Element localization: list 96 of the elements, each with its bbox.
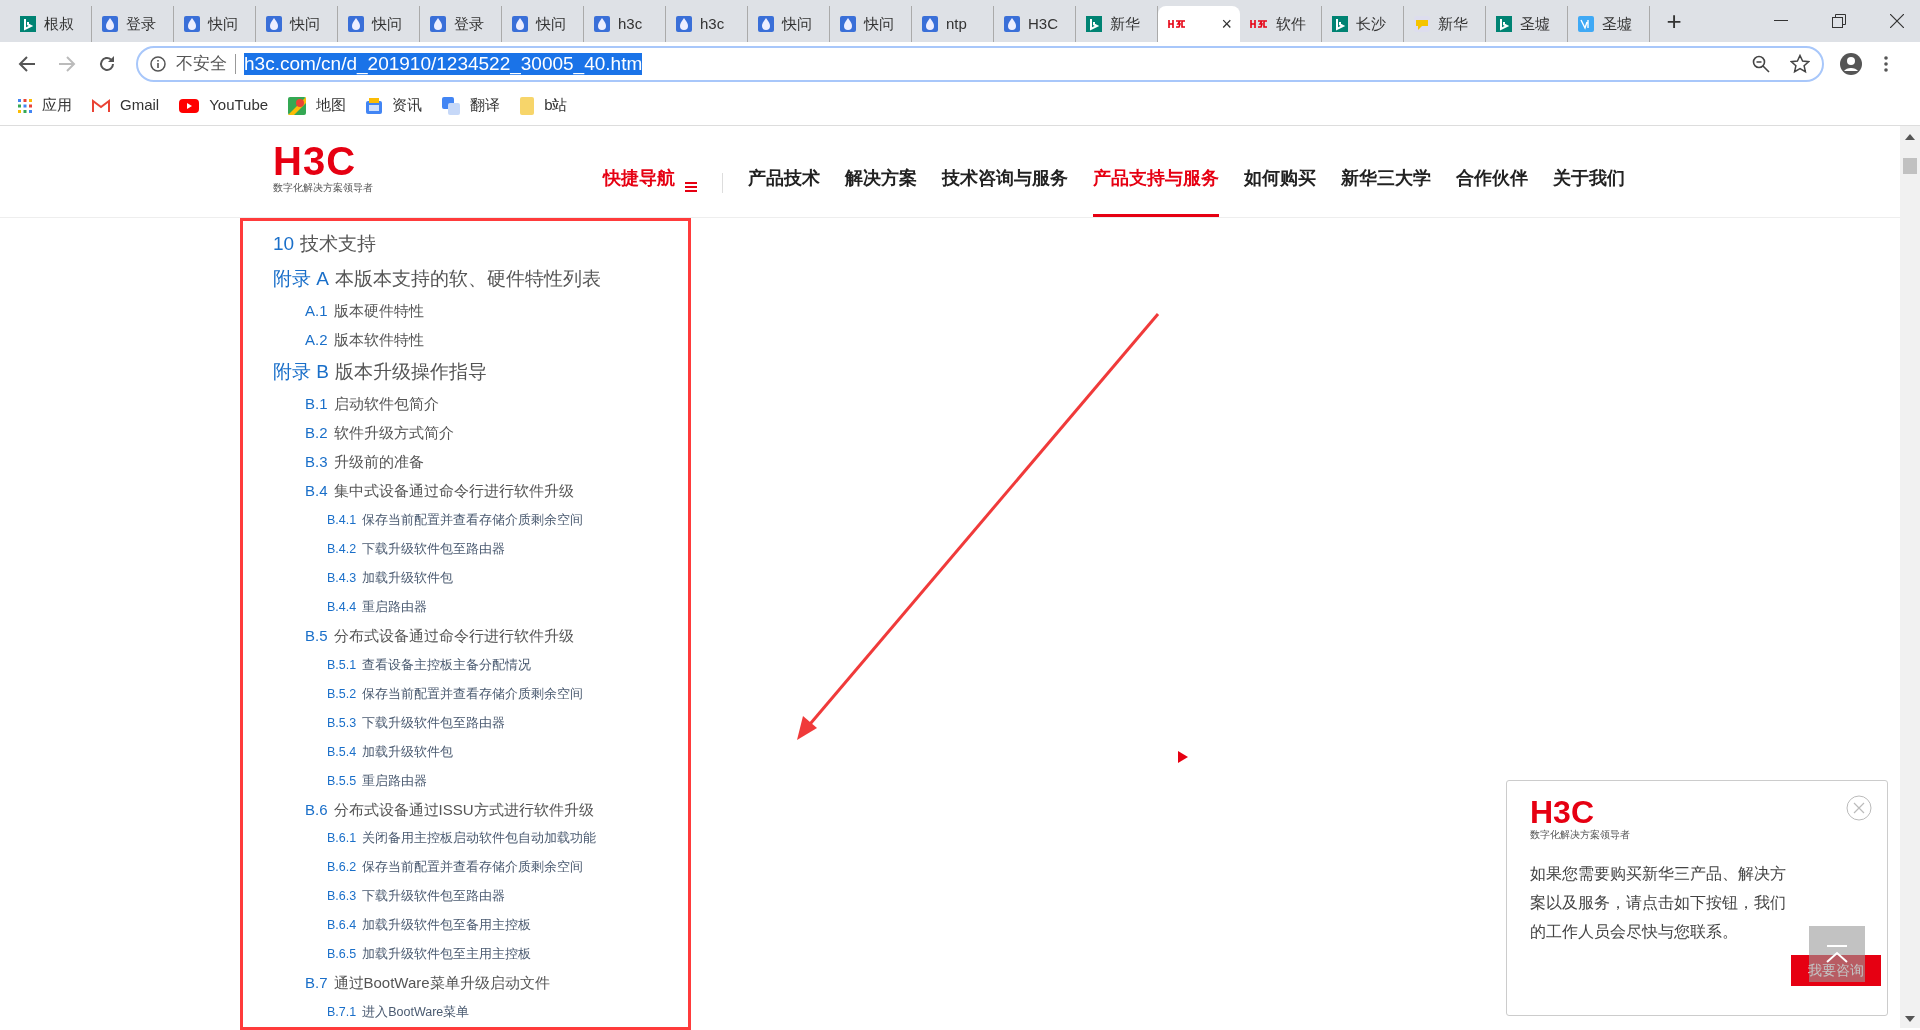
bookmark[interactable]: 应用 <box>18 94 72 117</box>
nav-link[interactable]: 解决方案 <box>845 126 917 217</box>
toc-link[interactable]: 10 技术支持 <box>243 227 688 262</box>
bing-icon <box>1496 16 1512 32</box>
nav-link[interactable]: 产品技术 <box>748 126 820 217</box>
drop-icon <box>840 16 856 32</box>
bookmark[interactable]: YouTube <box>179 94 269 117</box>
bing-icon <box>1086 16 1102 32</box>
drop-icon <box>1004 16 1020 32</box>
drop-icon <box>184 16 200 32</box>
nav-link[interactable]: 新华三大学 <box>1341 126 1431 217</box>
scrollbar-thumb[interactable] <box>1903 158 1917 174</box>
nav-link[interactable]: 产品支持与服务 <box>1093 126 1219 217</box>
toc-link[interactable]: A.2 版本软件特性 <box>243 325 688 355</box>
toc-link[interactable]: B.5.3 下载升级软件包至路由器 <box>243 708 688 738</box>
drop-icon <box>758 16 774 32</box>
toc-link[interactable]: B.6.1 关闭备用主控板启动软件包自动加载功能 <box>243 824 688 854</box>
bookmark[interactable]: 翻译 <box>442 94 501 117</box>
close-tab-button[interactable]: × <box>1221 15 1232 33</box>
drop-icon <box>266 16 282 32</box>
restore-icon[interactable] <box>1832 14 1846 28</box>
toc-link[interactable]: B.6.4 加载升级软件包至备用主控板 <box>243 911 688 941</box>
play-icon <box>1178 751 1188 763</box>
toc-link[interactable]: B.6 分布式设备通过ISSU方式进行软件升级 <box>243 795 688 825</box>
toc-link[interactable]: B.7.1 进入BootWare菜单 <box>243 998 688 1028</box>
drop-icon <box>348 16 364 32</box>
bookmark[interactable]: 资讯 <box>366 94 423 117</box>
drop-icon <box>430 16 446 32</box>
toc-link[interactable]: B.4 集中式设备通过命令行进行软件升级 <box>243 476 688 506</box>
toc-link[interactable]: B.2 软件升级方式简介 <box>243 418 688 448</box>
toc-link[interactable]: B.5.5 重启路由器 <box>243 766 688 796</box>
star-icon[interactable] <box>1790 54 1810 74</box>
toc-link[interactable]: B.4.3 加载升级软件包 <box>243 563 688 593</box>
minimize-icon[interactable] <box>1774 20 1788 22</box>
info-icon <box>150 56 166 72</box>
back-to-top-icon <box>1824 945 1850 963</box>
toc-link[interactable]: B.1 启动软件包简介 <box>243 389 688 419</box>
translate-icon <box>442 96 461 115</box>
toc-link[interactable]: B.6.3 下载升级软件包至路由器 <box>243 882 688 912</box>
bookmark[interactable]: Gmail <box>92 94 160 117</box>
scrollbar[interactable] <box>1900 126 1920 1028</box>
apps-icon <box>18 98 32 113</box>
drop-icon <box>922 16 938 32</box>
toc-link[interactable]: A.1 版本硬件特性 <box>243 296 688 326</box>
close-icon[interactable] <box>1890 14 1904 28</box>
bing-icon <box>1332 16 1348 32</box>
toc-link[interactable]: B.4.1 保存当前配置并查看存储介质剩余空间 <box>243 505 688 535</box>
drop-icon <box>594 16 610 32</box>
bookmark[interactable]: 地图 <box>288 94 347 117</box>
address-bar[interactable]: 不安全 h3c.com/cn/d_201910/1234522_30005_40.htm <box>136 46 1824 82</box>
menu-icon <box>685 182 697 192</box>
nav-link[interactable]: 关于我们 <box>1553 126 1625 217</box>
browser-tab[interactable]: × <box>1158 6 1240 42</box>
toc-link[interactable]: B.6.2 保存当前配置并查看存储介质剩余空间 <box>243 853 688 883</box>
popup-logo: H3C 数字化解决方案领导者 <box>1530 796 1630 841</box>
play-icon <box>179 98 200 113</box>
scroll-down-icon[interactable] <box>1905 1016 1915 1022</box>
zoom-out-icon[interactable] <box>1752 55 1770 73</box>
toc-link[interactable]: B.3 升级前的准备 <box>243 447 688 477</box>
scroll-up-icon[interactable] <box>1905 134 1915 140</box>
news-icon <box>366 97 383 114</box>
mail-icon <box>92 98 110 113</box>
toc-link[interactable]: B.5.2 保存当前配置并查看存储介质剩余空间 <box>243 679 688 709</box>
logo-icon <box>1250 19 1268 29</box>
logo-icon <box>1168 19 1186 29</box>
reload-icon[interactable] <box>98 55 116 73</box>
toc-link[interactable]: 附录 A 本版本支持的软、硬件特性列表 <box>243 261 688 297</box>
url-text: h3c.com/cn/d_201910/1234522_30005_40.htm <box>244 53 643 75</box>
nav-link[interactable]: 如何购买 <box>1244 126 1316 217</box>
popup-message: 如果您需要购买新华三产品、解决方案以及服务，请点击如下按钮，我们的工作人员会尽快与您联系。 <box>1530 864 1787 942</box>
nav-link[interactable]: 快捷导航 <box>603 126 697 217</box>
folder-icon <box>520 96 535 115</box>
back-icon[interactable] <box>18 55 36 73</box>
map-pin-icon <box>288 96 307 115</box>
drop-icon <box>676 16 692 32</box>
drop-icon <box>512 16 528 32</box>
avatar-icon[interactable] <box>1840 53 1862 75</box>
nav-link[interactable]: 技术咨询与服务 <box>942 126 1068 217</box>
toc-link[interactable]: B.6.5 加载升级软件包至主用主控板 <box>243 940 688 970</box>
toc-link[interactable]: B.4.2 下载升级软件包至路由器 <box>243 534 688 564</box>
new-tab-button[interactable]: + <box>1656 3 1692 39</box>
nav-link[interactable]: 合作伙伴 <box>1456 126 1528 217</box>
toc-link[interactable]: B.5 分布式设备通过命令行进行软件升级 <box>243 621 688 651</box>
drop-icon <box>102 16 118 32</box>
toc-link[interactable]: B.5.4 加载升级软件包 <box>243 737 688 767</box>
speech-bubble-icon <box>1414 16 1430 32</box>
toc-link[interactable]: B.7 通过BootWare菜单升级启动文件 <box>243 969 688 999</box>
bing-icon <box>20 16 36 32</box>
toc-link[interactable]: B.4.4 重启路由器 <box>243 592 688 622</box>
toc-link[interactable]: B.5.1 查看设备主控板主备分配情况 <box>243 650 688 680</box>
toc-link[interactable]: 附录 B 版本升级操作指导 <box>243 354 688 390</box>
security-label: 不安全 <box>176 53 227 76</box>
back-to-top-button[interactable] <box>1809 926 1865 982</box>
bookmark[interactable]: b站 <box>520 94 568 117</box>
menu-icon[interactable] <box>1884 56 1888 72</box>
logo[interactable]: H3C 数字化解决方案领导者 <box>273 141 393 194</box>
